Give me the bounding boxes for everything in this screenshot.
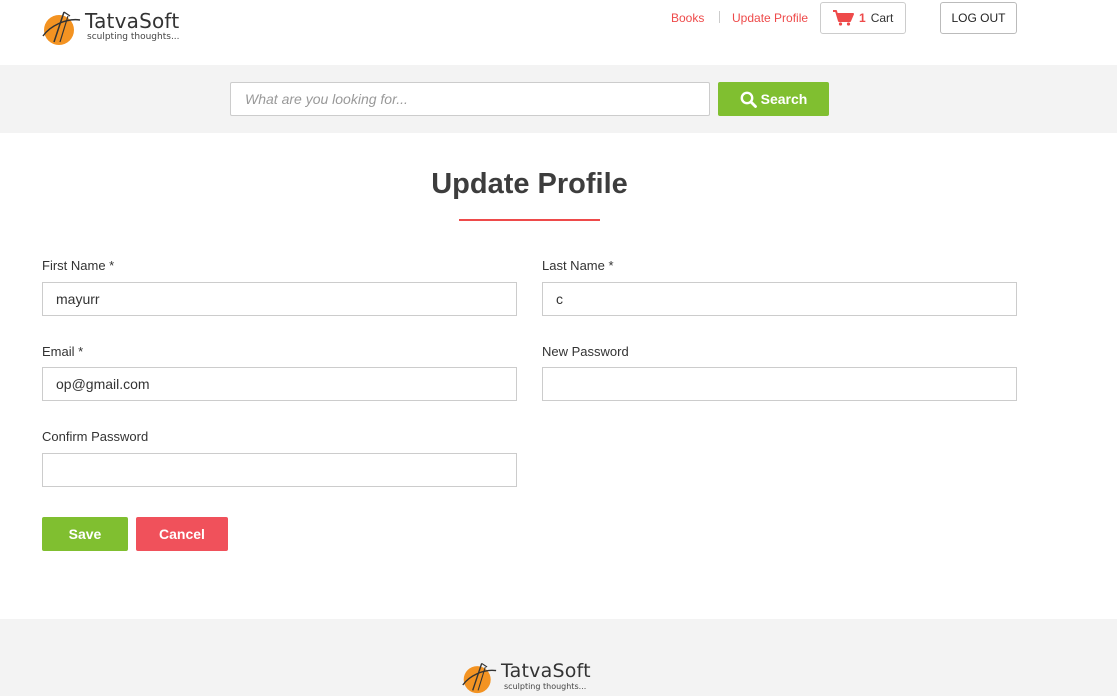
page-title: Update Profile <box>431 168 628 200</box>
email-label: Email * <box>42 344 84 359</box>
confirm-password-input[interactable] <box>42 453 517 487</box>
footer-brand-tagline: sculpting thoughts... <box>504 682 587 691</box>
last-name-input[interactable] <box>542 282 1017 316</box>
footer-brand-name: TatvaSoft <box>501 660 591 682</box>
cart-label: Cart <box>870 11 894 25</box>
search-input[interactable] <box>230 82 710 116</box>
site-footer: TatvaSoft sculpting thoughts... <box>0 619 1117 696</box>
site-header: TatvaSoft sculpting thoughts... Books Up… <box>0 0 1117 65</box>
last-name-label: Last Name * <box>542 258 614 273</box>
email-input[interactable] <box>42 367 517 401</box>
logout-button[interactable]: LOG OUT <box>940 2 1017 34</box>
cart-button[interactable]: 1 Cart <box>820 2 906 34</box>
new-password-label: New Password <box>542 344 629 359</box>
cart-icon <box>832 10 854 26</box>
first-name-input[interactable] <box>42 282 517 316</box>
brand-name: TatvaSoft <box>85 9 180 33</box>
search-bar-section: Search <box>0 65 1117 133</box>
new-password-input[interactable] <box>542 367 1017 401</box>
cart-count-badge: 1 <box>859 11 866 25</box>
nav-update-profile-link[interactable]: Update Profile <box>732 11 808 25</box>
tatvasoft-logo-icon <box>40 6 82 46</box>
search-button[interactable]: Search <box>718 82 829 116</box>
title-underline <box>459 219 600 221</box>
brand-logo[interactable]: TatvaSoft sculpting thoughts... <box>40 6 180 46</box>
nav-separator <box>719 11 720 23</box>
footer-logo[interactable]: TatvaSoft sculpting thoughts... <box>460 658 591 694</box>
first-name-label: First Name * <box>42 258 115 273</box>
brand-tagline: sculpting thoughts... <box>87 32 180 42</box>
search-icon <box>740 91 757 108</box>
confirm-password-label: Confirm Password <box>42 429 149 444</box>
cancel-button[interactable]: Cancel <box>136 517 228 551</box>
tatvasoft-logo-icon <box>460 658 498 694</box>
nav-books-link[interactable]: Books <box>671 11 704 25</box>
search-button-label: Search <box>760 91 808 107</box>
save-button[interactable]: Save <box>42 517 128 551</box>
